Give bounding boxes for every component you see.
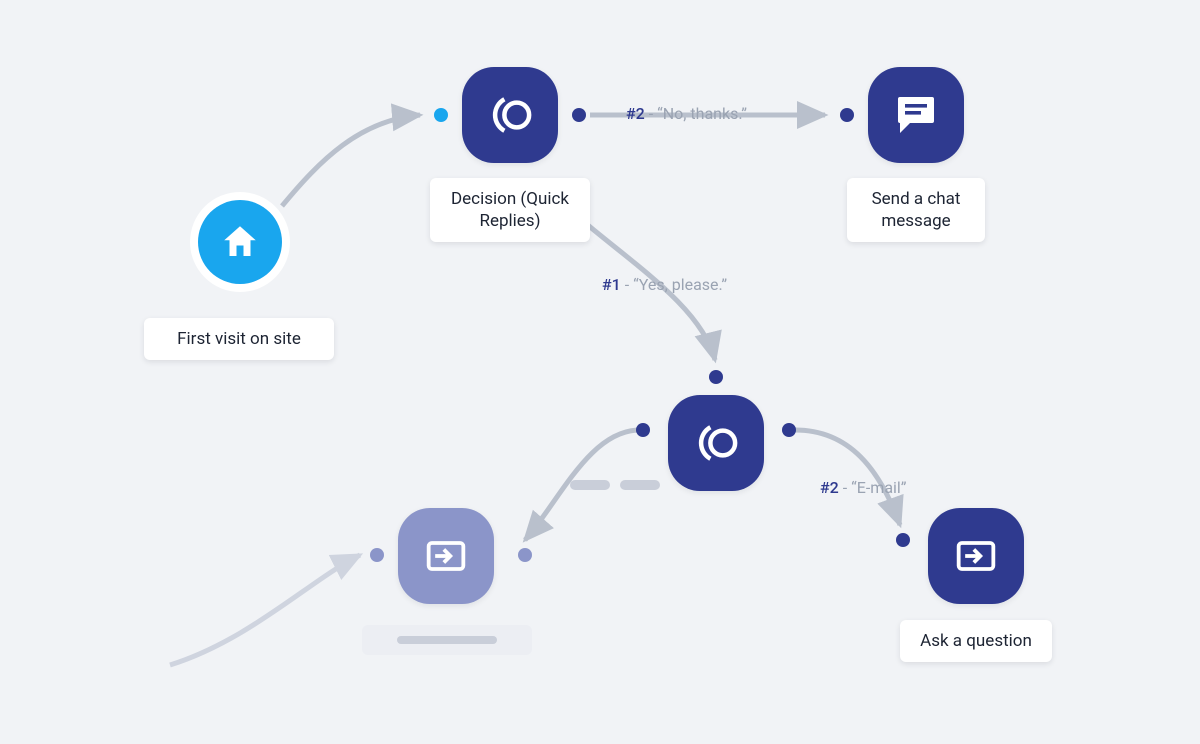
edge-text-yes-please: - “Yes, please.” bbox=[621, 275, 727, 294]
label-first-visit-text: First visit on site bbox=[177, 329, 301, 349]
port-decision1-out-r bbox=[572, 108, 586, 122]
node-input-faded[interactable] bbox=[398, 508, 494, 604]
placeholder-bar bbox=[397, 636, 497, 644]
label-first-visit: First visit on site bbox=[144, 318, 334, 360]
label-decision-1-text: Decision (Quick Replies) bbox=[451, 189, 569, 231]
edge-num-yes-please: #1 bbox=[602, 275, 621, 294]
label-send-chat: Send a chat message bbox=[847, 178, 985, 242]
port-decision1-in bbox=[434, 108, 448, 122]
node-decision-2[interactable] bbox=[668, 395, 764, 491]
port-decision2-out-r bbox=[782, 423, 796, 437]
node-first-visit[interactable] bbox=[198, 200, 282, 284]
port-ask-in bbox=[896, 533, 910, 547]
decision-icon bbox=[483, 88, 537, 142]
node-decision-1[interactable] bbox=[462, 67, 558, 163]
edge-label-email: #2 - “E-mail” bbox=[820, 478, 907, 497]
edge-label-no-thanks: #2 - “No, thanks.” bbox=[626, 104, 747, 123]
chat-icon bbox=[892, 91, 940, 139]
port-decision2-out-l bbox=[636, 423, 650, 437]
edge-num-email: #2 bbox=[820, 478, 839, 497]
edge-text-email: - “E-mail” bbox=[839, 478, 907, 497]
edge-label-yes-please: #1 - “Yes, please.” bbox=[602, 275, 727, 294]
edge-num-no-thanks: #2 bbox=[626, 104, 645, 123]
port-inputfaded-in-r bbox=[518, 548, 532, 562]
label-ask-question: Ask a question bbox=[900, 620, 1052, 662]
input-icon bbox=[950, 530, 1002, 582]
edge-text-no-thanks: - “No, thanks.” bbox=[645, 104, 747, 123]
label-send-chat-text: Send a chat message bbox=[872, 189, 961, 231]
port-sendchat-in bbox=[840, 108, 854, 122]
node-ask-question[interactable] bbox=[928, 508, 1024, 604]
node-send-chat[interactable] bbox=[868, 67, 964, 163]
input-icon bbox=[420, 530, 472, 582]
label-decision-1: Decision (Quick Replies) bbox=[430, 178, 590, 242]
placeholder-dashes bbox=[570, 480, 660, 490]
label-input-faded-placeholder bbox=[362, 625, 532, 655]
label-ask-question-text: Ask a question bbox=[920, 631, 1032, 651]
port-decision2-in-top bbox=[709, 370, 723, 384]
home-icon bbox=[219, 221, 261, 263]
decision-icon bbox=[689, 416, 743, 470]
port-inputfaded-in-l bbox=[370, 548, 384, 562]
